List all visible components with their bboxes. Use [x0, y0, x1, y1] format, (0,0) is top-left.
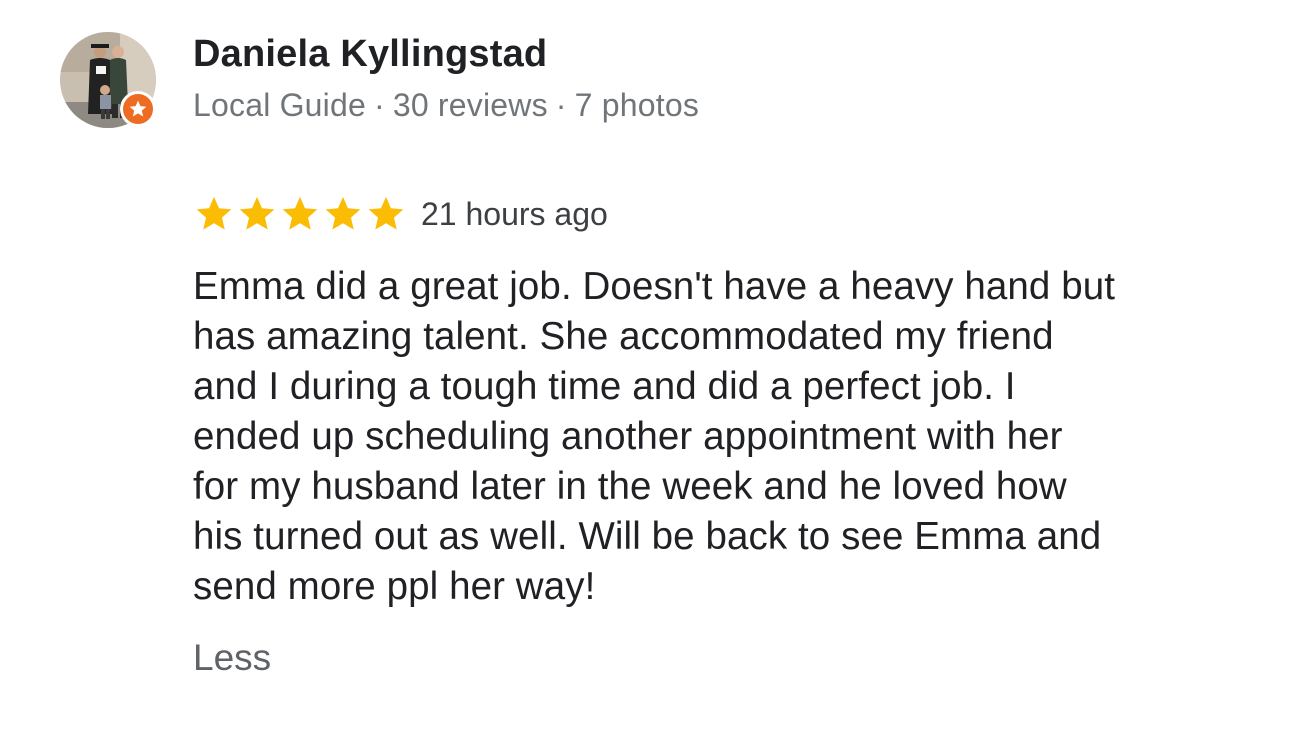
star-icon	[239, 196, 275, 230]
review-text-line: ended up scheduling another appointment …	[193, 415, 1063, 458]
reviewer-name[interactable]: Daniela Kyllingstad	[193, 33, 547, 76]
review-text-line: for my husband later in the week and he …	[193, 465, 1067, 508]
less-button[interactable]: Less	[193, 637, 271, 679]
review-text-line: and I during a tough time and did a perf…	[193, 365, 1016, 408]
reviewer-avatar-wrap[interactable]	[60, 32, 156, 128]
photos-count: 7 photos	[574, 87, 700, 123]
star-icon	[325, 196, 361, 230]
review-time: 21 hours ago	[421, 195, 608, 232]
review-text: Emma did a great job. Doesn't have a hea…	[193, 262, 1253, 612]
local-guide-star-icon	[120, 91, 156, 127]
review-card: Daniela Kyllingstad Local Guide · 30 revie…	[0, 0, 1290, 756]
local-guide-label: Local Guide	[193, 87, 366, 123]
review-text-line: his turned out as well. Will be back to …	[193, 515, 1102, 558]
meta-separator: ·	[555, 87, 567, 123]
rating-row: 21 hours ago	[193, 193, 608, 235]
review-text-line: Emma did a great job. Doesn't have a hea…	[193, 265, 1116, 308]
star-icon	[196, 196, 232, 230]
reviews-count: 30 reviews	[392, 87, 548, 123]
meta-separator: ·	[373, 87, 385, 123]
star-rating	[193, 193, 407, 235]
star-icon	[282, 196, 318, 230]
star-icon	[368, 196, 404, 230]
review-text-line: send more ppl her way!	[193, 565, 596, 608]
review-text-line: has amazing talent. She accommodated my …	[193, 315, 1054, 358]
reviewer-meta: Local Guide · 30 reviews · 7 photos	[193, 87, 699, 124]
